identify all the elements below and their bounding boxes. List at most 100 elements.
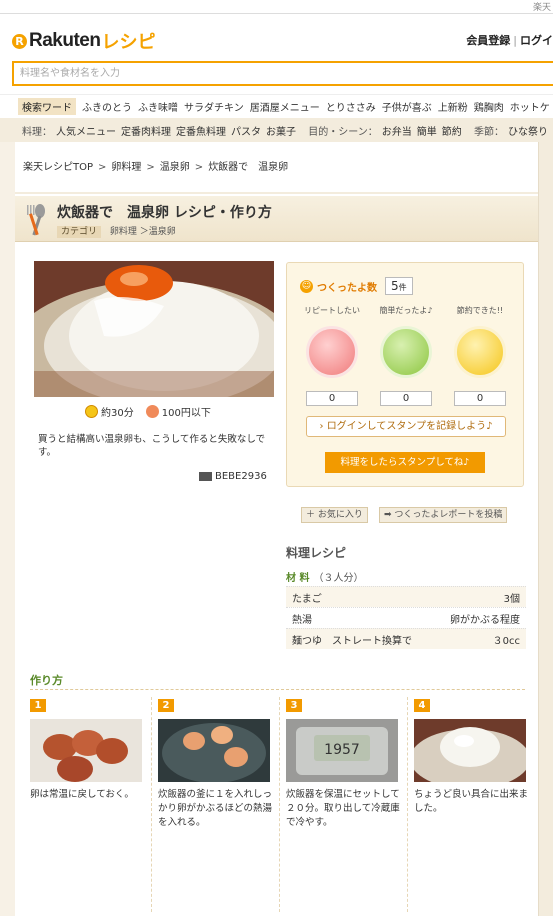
keyword-label: 検索ワード [18, 98, 76, 115]
step-number: 3 [286, 699, 302, 712]
season-label: 季節： [474, 126, 504, 138]
scene-link[interactable]: 簡単 [417, 123, 437, 138]
step-photo: 1957 [286, 719, 398, 782]
step-item: 4 ちょうど良い具合に出来ました。 [414, 699, 528, 816]
category-link[interactable]: 定番肉料理 [121, 123, 171, 138]
keyword-link[interactable]: 子供が喜ぶ [382, 99, 432, 114]
recipe-meta: 約30分 100円以下 [85, 404, 211, 419]
keyword-bar: 検索ワード ふきのとう ふき味噌 サラダチキン 居酒屋メニュー とりささみ 子供… [0, 94, 553, 118]
step-item: 3 1957 炊飯器を保温にセットして２０分。取り出して冷蔵庫で冷やす。 [286, 699, 400, 830]
category-badge: カテゴリ [57, 226, 102, 238]
step-text: 卵は常温に戻しておく。 [30, 789, 134, 800]
stamp-value: 0 [454, 391, 506, 406]
breadcrumb-item[interactable]: 楽天レシピTOP [23, 162, 93, 173]
register-link[interactable]: 会員登録 [466, 34, 510, 47]
login-stamp-button[interactable]: › ログインしてスタンプを記録しよう♪ [306, 416, 506, 437]
category-link[interactable]: パスタ [231, 123, 261, 138]
stamp-easy[interactable]: 簡単だったよ♪ 0 [376, 305, 436, 406]
scene-label: 目的・シーン： [308, 126, 378, 138]
stamp-label: リピートしたい [304, 306, 360, 315]
keyword-link[interactable]: ふき味噌 [138, 99, 178, 114]
keyword-link[interactable]: 居酒屋メニュー [250, 99, 320, 114]
keyword-link[interactable]: 鶏胸肉 [474, 99, 504, 114]
stamp-save[interactable]: 節約できた!! 0 [450, 305, 510, 406]
author-link[interactable]: BEBE2936 [199, 471, 267, 482]
smiley-icon: ☺ [300, 279, 313, 293]
top-corner-text: 楽天 [532, 3, 551, 13]
season-link[interactable]: ひな祭り [508, 123, 548, 138]
cook-time: 約30分 [101, 408, 134, 419]
heart-face-icon [306, 326, 358, 378]
stamp-header: ☺ つくったよ数 5件 [300, 277, 413, 295]
main-content: 楽天レシピTOP > 卵料理 > 温泉卵 > 炊飯器で 温泉卵 炊飯器で 温泉卵 レシピ・作… [15, 142, 538, 916]
ingredient-row: 熱湯 卵がかぶる程度 [286, 607, 526, 628]
keyword-link[interactable]: ふきのとう [82, 99, 132, 114]
step-number: 2 [158, 699, 174, 712]
divider [407, 697, 408, 912]
ryori-label: 料理： [22, 126, 52, 138]
keyword-link[interactable]: とりささみ [326, 99, 376, 114]
right-sidebar [538, 142, 553, 916]
category-bar: 料理： 人気メニュー 定番肉料理 定番魚料理 パスタ お菓子 目的・シーン： お… [0, 118, 553, 142]
fork-spoon-icon [27, 204, 45, 236]
divider [15, 192, 538, 194]
avatar [199, 472, 212, 481]
report-button[interactable]: ➡ つくったよレポートを投稿 [379, 507, 508, 523]
login-link[interactable]: ログイ [520, 34, 553, 47]
stamp-value: 0 [306, 391, 358, 406]
ingredient-row: たまご 3個 [286, 586, 526, 607]
breadcrumb-item[interactable]: 温泉卵 [160, 162, 190, 173]
logo-r-icon: R [12, 33, 27, 49]
divider [151, 697, 152, 912]
svg-text:1957: 1957 [324, 742, 360, 758]
step-number: 4 [414, 699, 430, 712]
ingredients-label: 材 料（３人分） [286, 573, 364, 584]
stamp-title: つくったよ数 [317, 282, 377, 294]
piggy-bank-icon [454, 326, 506, 378]
ingredients-table: たまご 3個 熱湯 卵がかぶる程度 麺つゆ ストレート換算で ３0cc [286, 586, 526, 649]
step-number: 1 [30, 699, 46, 712]
divider [279, 697, 280, 912]
step-text: 炊飯器の釜に１を入れしっかり卵がかぶるほどの熱湯を入れる。 [158, 789, 273, 828]
steps-heading: 作り方 [30, 674, 63, 687]
step-text: ちょうど良い具合に出来ました。 [414, 789, 529, 814]
stamp-label: 簡単だったよ♪ [379, 306, 433, 315]
steps-divider [30, 689, 525, 690]
ingredients-heading: 料理レシピ [286, 546, 347, 560]
clock-icon [85, 405, 98, 418]
recipe-description: 買うと結構高い温泉卵も、こうして作ると失敗なしです。 [38, 434, 266, 458]
keyword-link[interactable]: サラダチキン [184, 99, 244, 114]
breadcrumb-item[interactable]: 卵料理 [111, 162, 141, 173]
rakuten-recipe-logo[interactable]: R Rakuten レシピ [12, 28, 155, 54]
step-item: 1 卵は常温に戻しておく。 [30, 699, 144, 802]
category-link[interactable]: お菓子 [266, 123, 296, 138]
stamp-repeat[interactable]: リピートしたい 0 [302, 305, 362, 406]
logo-sub-text: レシピ [101, 32, 156, 52]
breadcrumb: 楽天レシピTOP > 卵料理 > 温泉卵 > 炊飯器で 温泉卵 [23, 162, 289, 173]
keyword-link[interactable]: ホットケ [510, 99, 550, 114]
stamp-count: 5件 [385, 277, 413, 295]
logo-main-text: Rakuten [29, 30, 101, 51]
stamp-cta-banner: 料理をしたらスタンプしてね♪ [325, 452, 485, 473]
ingredient-row: 麺つゆ ストレート換算で ３0cc [286, 628, 526, 649]
author-name: BEBE2936 [215, 471, 267, 482]
stamp-value: 0 [380, 391, 432, 406]
keyword-link[interactable]: 上新粉 [438, 99, 468, 114]
top-strip: 楽天 [0, 0, 553, 14]
stamp-label: 節約できた!! [456, 306, 504, 315]
category-link[interactable]: 人気メニュー [56, 123, 116, 138]
title-bar: 炊飯器で 温泉卵 レシピ・作り方 カテゴリ 卵料理 ＞温泉卵 [15, 196, 538, 242]
scene-link[interactable]: 節約 [442, 123, 462, 138]
scene-link[interactable]: お弁当 [382, 123, 412, 138]
step-photo [158, 719, 270, 782]
frog-face-icon [380, 326, 432, 378]
category-path[interactable]: 卵料理 ＞温泉卵 [110, 227, 176, 237]
cook-cost: 100円以下 [161, 408, 211, 419]
step-photo [414, 719, 526, 782]
category-row: カテゴリ 卵料理 ＞温泉卵 [57, 224, 176, 238]
recipe-photo [34, 261, 274, 397]
category-link[interactable]: 定番魚料理 [176, 123, 226, 138]
cost-icon [145, 405, 159, 418]
search-input[interactable]: 料理名や食材名を入力 [12, 61, 553, 86]
favorite-button[interactable]: ＋ お気に入り [301, 507, 368, 523]
